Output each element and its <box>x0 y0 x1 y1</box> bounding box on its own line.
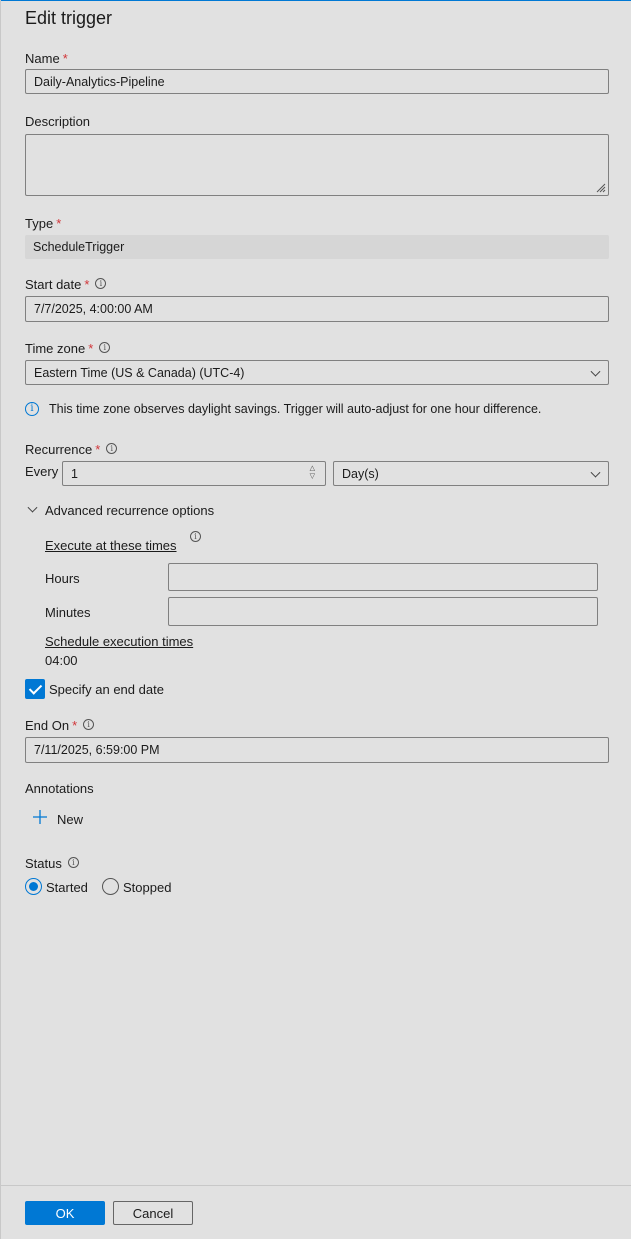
name-label-text: Name <box>25 51 60 66</box>
status-started-label[interactable]: Started <box>46 880 88 895</box>
new-annotation-button[interactable]: New <box>57 812 83 827</box>
end-on-field[interactable]: 7/11/2025, 6:59:00 PM <box>25 737 609 763</box>
type-value-field: ScheduleTrigger <box>25 235 609 259</box>
chevron-down-icon <box>590 366 601 377</box>
minutes-label: Minutes <box>45 605 91 620</box>
start-date-label: Start date * i <box>25 277 107 292</box>
start-date-value: 7/7/2025, 4:00:00 AM <box>34 302 153 316</box>
time-zone-note: This time zone observes daylight savings… <box>49 402 542 416</box>
schedule-execution-value: 04:00 <box>45 653 78 668</box>
status-stopped-label[interactable]: Stopped <box>123 880 171 895</box>
name-required-mark: * <box>62 51 68 66</box>
info-icon[interactable]: i <box>106 443 118 454</box>
end-on-label: End On * i <box>25 718 95 733</box>
execute-times-label: Execute at these times <box>45 538 177 553</box>
minutes-field[interactable] <box>168 597 598 626</box>
start-date-field[interactable]: 7/7/2025, 4:00:00 AM <box>25 296 609 322</box>
start-date-required-mark: * <box>84 277 90 292</box>
top-accent-line <box>0 0 631 1</box>
cancel-button[interactable]: Cancel <box>113 1201 193 1225</box>
status-label: Status i <box>25 856 79 871</box>
page-title: Edit trigger <box>25 8 113 28</box>
end-on-value: 7/11/2025, 6:59:00 PM <box>34 743 160 757</box>
chevron-down-icon <box>27 502 38 513</box>
footer-divider <box>0 1185 631 1186</box>
recurrence-interval-value: 1 <box>71 466 78 481</box>
recurrence-interval-stepper[interactable]: 1 △ ▽ <box>62 461 326 486</box>
start-date-label-text: Start date <box>25 277 82 292</box>
info-icon[interactable]: i <box>95 278 107 289</box>
status-label-text: Status <box>25 856 62 871</box>
recurrence-unit-dropdown[interactable]: Day(s) <box>333 461 609 486</box>
resize-handle-icon[interactable] <box>594 181 606 193</box>
recurrence-label: Recurrence * i <box>25 442 118 457</box>
time-zone-dropdown[interactable]: Eastern Time (US & Canada) (UTC-4) <box>25 360 609 385</box>
left-border <box>0 0 1 1239</box>
ok-button[interactable]: OK <box>25 1201 105 1225</box>
schedule-execution-label: Schedule execution times <box>45 634 194 649</box>
end-date-checkbox-label[interactable]: Specify an end date <box>49 682 164 697</box>
description-field[interactable] <box>25 134 609 196</box>
type-label-text: Type <box>25 216 54 231</box>
hours-field[interactable] <box>168 563 598 591</box>
description-label: Description <box>25 114 91 129</box>
hours-label: Hours <box>45 571 80 586</box>
chevron-down-icon <box>590 467 601 478</box>
status-started-radio[interactable] <box>25 878 42 895</box>
plus-icon[interactable] <box>33 810 47 824</box>
info-icon[interactable]: i <box>67 857 79 868</box>
spin-arrows-icon[interactable]: △ ▽ <box>310 465 315 481</box>
advanced-recurrence-toggle[interactable]: Advanced recurrence options <box>45 503 214 518</box>
name-label: Name * <box>25 51 68 66</box>
end-on-label-text: End On <box>25 718 70 733</box>
annotations-label: Annotations <box>25 781 94 796</box>
name-value: Daily-Analytics-Pipeline <box>34 74 165 89</box>
time-zone-value: Eastern Time (US & Canada) (UTC-4) <box>34 365 245 380</box>
name-field[interactable]: Daily-Analytics-Pipeline <box>25 69 609 94</box>
advanced-chevron-container[interactable] <box>27 502 41 517</box>
time-zone-info-icon: i <box>25 399 39 416</box>
end-on-required-mark: * <box>72 718 78 733</box>
type-value: ScheduleTrigger <box>33 240 125 254</box>
execute-times-info-icon[interactable]: i <box>184 530 201 545</box>
end-date-checkbox[interactable] <box>25 679 45 699</box>
recurrence-label-text: Recurrence <box>25 442 93 457</box>
type-label: Type * <box>25 216 61 231</box>
every-label: Every <box>25 464 59 479</box>
info-icon[interactable]: i <box>83 719 95 730</box>
time-zone-label: Time zone * i <box>25 341 111 356</box>
recurrence-unit-value: Day(s) <box>342 466 379 481</box>
recurrence-required-mark: * <box>95 442 101 457</box>
time-zone-required-mark: * <box>88 341 94 356</box>
info-icon[interactable]: i <box>99 342 111 353</box>
time-zone-label-text: Time zone <box>25 341 86 356</box>
status-stopped-radio[interactable] <box>102 878 119 895</box>
type-required-mark: * <box>56 216 62 231</box>
